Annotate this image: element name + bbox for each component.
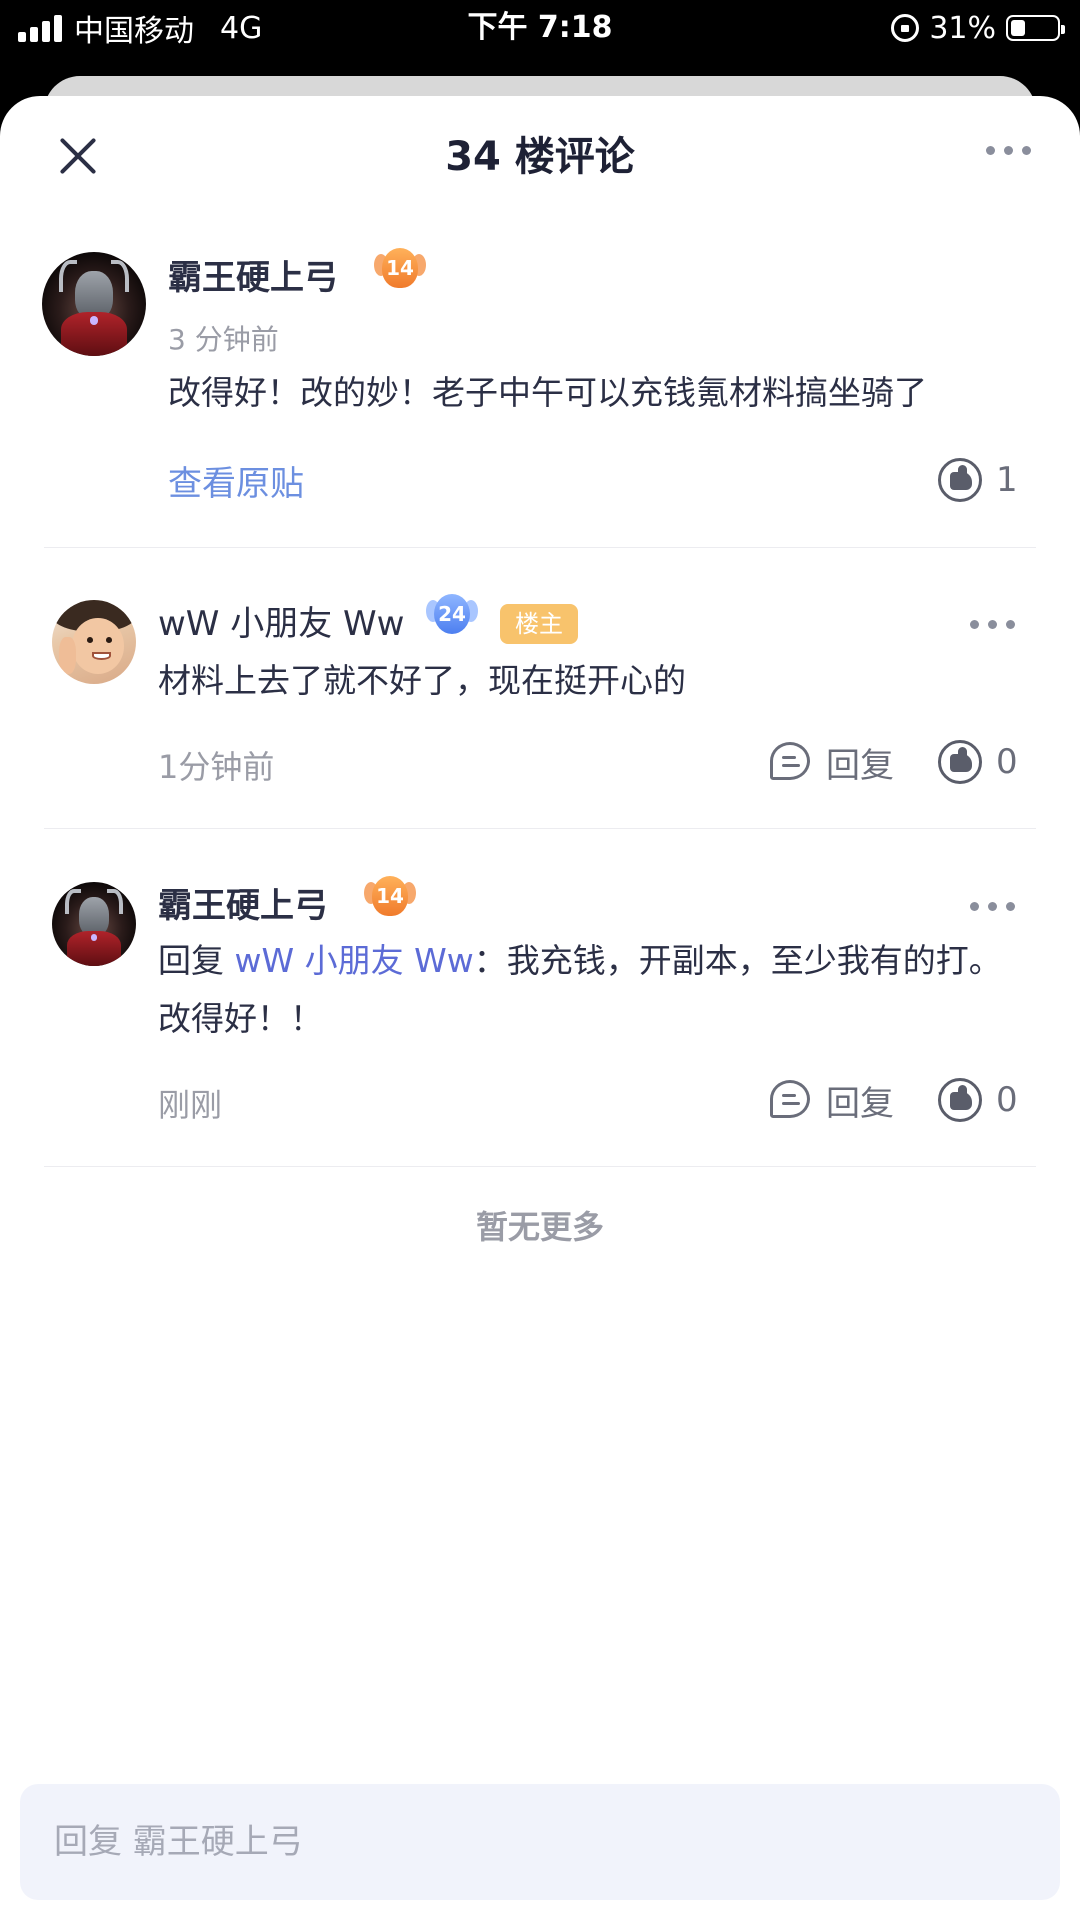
reply-time: 刚刚 <box>158 1086 223 1124</box>
network-type: 4G <box>220 10 263 46</box>
like-button[interactable]: 0 <box>938 738 1018 786</box>
divider <box>44 1166 1036 1167</box>
level-number: 14 <box>382 248 418 288</box>
like-button[interactable]: 1 <box>938 456 1018 504</box>
level-badge-icon: 14 <box>374 246 426 290</box>
no-more-text: 暂无更多 <box>475 1208 604 1246</box>
more-icon[interactable] <box>966 891 1019 921</box>
reply-text: 材料上去了就不好了，现在挺开心的 <box>158 661 686 700</box>
like-count: 0 <box>996 1080 1018 1120</box>
level-badge-icon: 14 <box>364 874 416 918</box>
reply-input[interactable] <box>54 1784 1034 1900</box>
like-icon <box>938 458 982 502</box>
comment-text: 改得好！改的妙！老子中午可以充钱氪材料搞坐骑了 <box>168 373 927 412</box>
status-right: 31% <box>891 8 1065 48</box>
reply-input-box[interactable] <box>20 1784 1060 1900</box>
comment-time: 3 分钟前 <box>168 323 279 356</box>
signal-icon <box>18 14 62 42</box>
like-icon <box>938 1078 982 1122</box>
like-button[interactable]: 0 <box>938 1076 1018 1124</box>
reply-icon <box>770 1080 812 1120</box>
avatar[interactable] <box>42 252 146 356</box>
level-badge-icon: 24 <box>426 592 478 636</box>
comment-sheet: 34 楼评论 霸王硬上弓 14 3 分钟前 改得好！改的妙！老子中午可以充钱氪材… <box>0 96 1080 1920</box>
like-icon <box>938 740 982 784</box>
close-icon[interactable] <box>50 128 106 184</box>
carrier-name: 中国移动 <box>74 14 194 49</box>
rotation-lock-icon <box>891 14 920 42</box>
avatar[interactable] <box>52 600 136 684</box>
reply-label: 回复 <box>826 745 894 786</box>
battery-percent: 31% <box>929 10 996 46</box>
more-icon[interactable] <box>982 135 1035 165</box>
reply-author[interactable]: 霸王硬上弓 <box>158 878 328 927</box>
owner-badge: 楼主 <box>500 604 578 644</box>
battery-icon <box>1006 15 1065 41</box>
reply-button[interactable]: 回复 <box>770 738 894 786</box>
more-icon[interactable] <box>966 609 1019 639</box>
status-left: 中国移动 4G <box>18 8 263 49</box>
view-original-link[interactable]: 查看原贴 <box>168 456 304 505</box>
comment-author[interactable]: 霸王硬上弓 <box>168 250 338 299</box>
reply-author[interactable]: wW 小朋友 Ww <box>158 596 404 645</box>
status-bar: 中国移动 4G 下午 7:18 31% <box>0 0 1080 60</box>
page-title: 34 楼评论 <box>445 134 635 180</box>
like-count: 0 <box>996 742 1018 782</box>
mention-link[interactable]: wW 小朋友 Ww <box>235 941 474 980</box>
reply-time: 1分钟前 <box>158 748 275 786</box>
reply-text: 回复 wW 小朋友 Ww：我充钱，开副本，至少我有的打。改得好！！ <box>158 932 1018 1048</box>
reply-label: 回复 <box>826 1083 894 1124</box>
battery-level <box>1011 20 1025 36</box>
avatar[interactable] <box>52 882 136 966</box>
divider <box>44 547 1036 548</box>
divider <box>44 828 1036 829</box>
reply-button[interactable]: 回复 <box>770 1076 894 1124</box>
sheet-header: 34 楼评论 <box>0 96 1080 216</box>
level-number: 24 <box>434 594 470 634</box>
reply-icon <box>770 742 812 782</box>
reply-prefix: 回复 <box>158 941 235 980</box>
like-count: 1 <box>996 460 1018 500</box>
level-number: 14 <box>372 876 408 916</box>
